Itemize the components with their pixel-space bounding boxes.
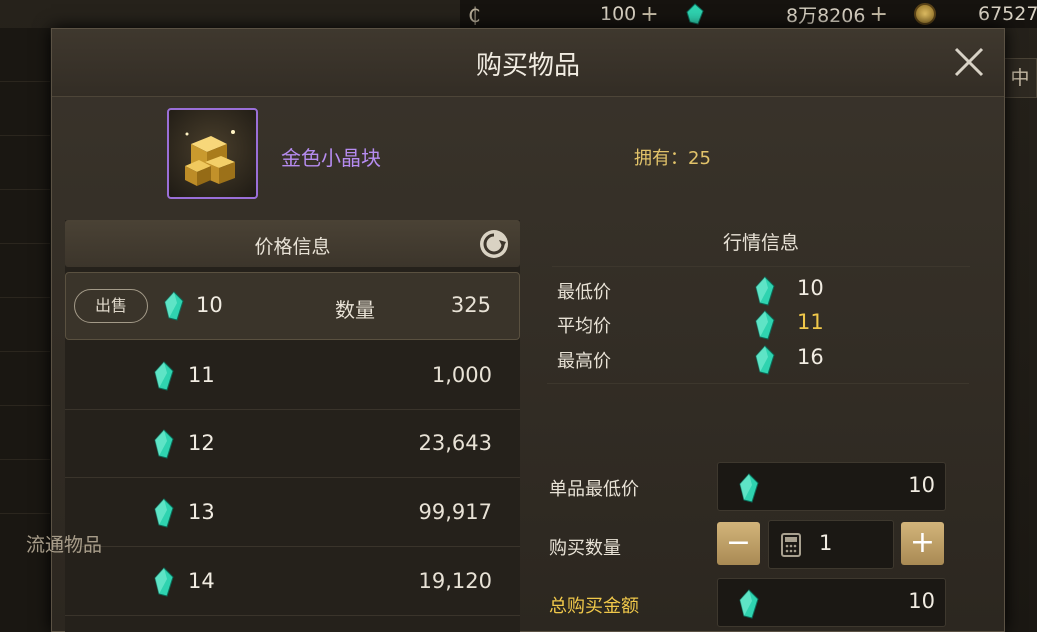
- item-icon-frame: [167, 108, 258, 199]
- gem-icon: [739, 473, 759, 503]
- sell-button[interactable]: 出售: [74, 289, 148, 323]
- currency-bar: ₵ 100 + 8万8206 + 67527: [460, 0, 1037, 28]
- close-button[interactable]: [952, 45, 986, 79]
- currency-3-amount: 67527: [978, 3, 1037, 25]
- row-price: 14: [188, 569, 215, 593]
- purchase-dialog: 购买物品 金色小晶块 拥有：25 价格信息 出售 10 数量 325 11 1,…: [51, 28, 1005, 632]
- gem-icon: [154, 498, 174, 528]
- calculator-icon[interactable]: [781, 533, 801, 557]
- gem-icon: [755, 310, 775, 340]
- currency-1-amount: 100 +: [600, 1, 659, 27]
- refresh-button[interactable]: [478, 228, 510, 260]
- price-row[interactable]: 出售 10 数量 325: [65, 272, 520, 340]
- market-row-highest: 最高价 16: [557, 345, 977, 375]
- market-row-lowest: 最低价 10: [557, 276, 977, 306]
- gold-crystal-block-icon: [185, 130, 235, 186]
- row-price: 10: [196, 293, 223, 317]
- row-quantity: 23,643: [418, 431, 492, 455]
- item-name: 金色小晶块: [281, 146, 381, 170]
- currency-2-icon: [685, 0, 705, 28]
- minus-icon: −: [725, 525, 752, 560]
- quantity-input[interactable]: 1: [768, 520, 894, 569]
- add-currency-2-button[interactable]: +: [869, 2, 887, 27]
- dialog-title: 购买物品: [475, 51, 580, 81]
- price-row[interactable]: 11 1,000: [65, 342, 520, 410]
- row-quantity: 99,917: [418, 500, 492, 524]
- plus-icon: +: [909, 525, 936, 560]
- quantity-label: 购买数量: [549, 538, 621, 559]
- gem-icon: [154, 429, 174, 459]
- currency-1-icon: ₵: [468, 3, 481, 27]
- market-label: 最高价: [557, 351, 611, 372]
- price-row[interactable]: 12 23,643: [65, 410, 520, 478]
- market-label: 平均价: [557, 316, 611, 337]
- gem-icon: [739, 589, 759, 619]
- unit-price-label: 单品最低价: [549, 479, 639, 500]
- total-amount-value: 10: [908, 589, 935, 613]
- row-quantity: 325: [450, 293, 491, 317]
- market-value: 10: [797, 276, 824, 300]
- total-amount-label: 总购买金额: [549, 596, 639, 617]
- quantity-label: 数量: [335, 298, 375, 322]
- owned-count: 拥有：25: [634, 148, 711, 169]
- gem-icon: [164, 291, 184, 321]
- quantity-value: 1: [819, 531, 833, 555]
- gold-coin-icon: [914, 0, 936, 28]
- market-info-title: 行情信息: [552, 220, 970, 267]
- decrease-quantity-button[interactable]: −: [717, 522, 760, 565]
- unit-price-field[interactable]: 10: [717, 462, 946, 511]
- add-currency-1-button[interactable]: +: [640, 2, 658, 27]
- market-label: 最低价: [557, 282, 611, 303]
- gem-icon: [154, 361, 174, 391]
- price-row[interactable]: 14 19,120: [65, 548, 520, 616]
- background-category-label: 流通物品: [26, 534, 103, 556]
- unit-price-value: 10: [908, 473, 935, 497]
- price-info-panel: 价格信息 出售 10 数量 325 11 1,000 12 23,643 13 …: [65, 220, 520, 632]
- background-tab: 中: [1003, 58, 1037, 98]
- row-price: 13: [188, 500, 215, 524]
- gem-icon: [755, 345, 775, 375]
- close-icon: [954, 47, 984, 77]
- gem-icon: [755, 276, 775, 306]
- dialog-header: 购买物品: [52, 29, 1004, 97]
- market-row-average: 平均价 11: [557, 310, 977, 340]
- total-amount-field: 10: [717, 578, 946, 627]
- price-info-title: 价格信息: [254, 236, 331, 258]
- currency-2-amount: 8万8206 +: [786, 1, 888, 27]
- price-info-header: 价格信息: [65, 220, 520, 267]
- row-price: 11: [188, 363, 215, 387]
- gem-icon: [154, 567, 174, 597]
- row-price: 12: [188, 431, 215, 455]
- currency-1: ₵: [468, 0, 488, 28]
- row-quantity: 19,120: [418, 569, 492, 593]
- market-value: 11: [797, 310, 824, 334]
- market-value: 16: [797, 345, 824, 369]
- price-row[interactable]: 13 99,917: [65, 479, 520, 547]
- market-divider: [547, 383, 969, 384]
- row-quantity: 1,000: [431, 363, 492, 387]
- refresh-icon: [480, 230, 508, 258]
- increase-quantity-button[interactable]: +: [901, 522, 944, 565]
